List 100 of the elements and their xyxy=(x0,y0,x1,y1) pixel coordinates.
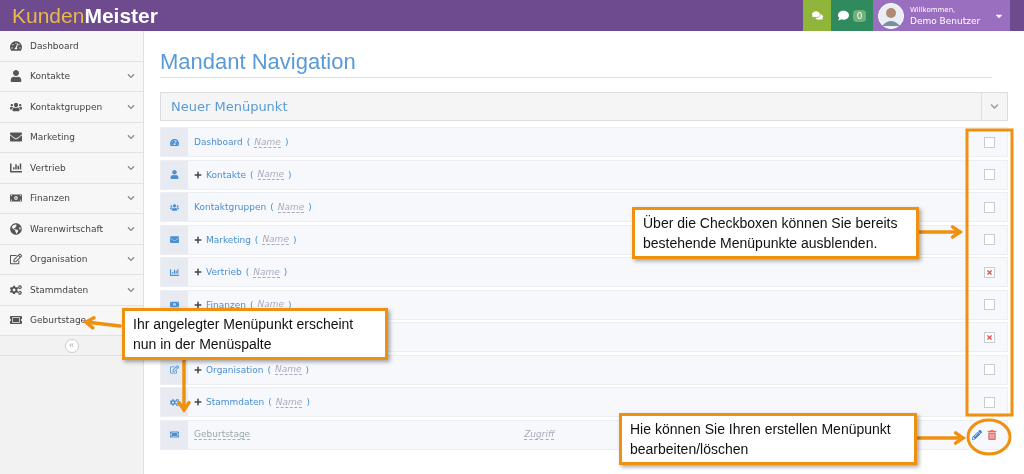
plus-icon xyxy=(194,398,202,406)
menu-label: Stammdaten xyxy=(206,397,265,407)
chevron-icon xyxy=(127,285,135,294)
paren: ) xyxy=(306,397,310,407)
paren: ( xyxy=(250,169,254,180)
ticket-icon xyxy=(170,430,179,439)
menu-label: Kontaktgruppen xyxy=(194,202,267,212)
paren: ( xyxy=(245,267,250,277)
messages-button[interactable]: 0 xyxy=(831,0,873,31)
user-name: Demo Benutzer xyxy=(910,15,982,27)
plus-icon xyxy=(194,235,202,244)
pencil-icon xyxy=(972,429,982,440)
sidebar-item[interactable]: Warenwirtschaft xyxy=(0,214,143,245)
checkbox[interactable] xyxy=(984,201,995,213)
chat-icon xyxy=(811,10,823,21)
menu-label: Finanzen xyxy=(206,299,246,310)
banknote-icon xyxy=(10,192,22,205)
paren: ( xyxy=(246,137,251,147)
paren: ) xyxy=(292,234,297,245)
name-link[interactable]: Name xyxy=(275,364,302,375)
sidebar-item[interactable]: Finanzen xyxy=(0,183,143,214)
collapse-button[interactable]: « xyxy=(64,338,79,353)
checkbox[interactable] xyxy=(984,234,995,245)
paren: ( xyxy=(267,364,272,375)
paren: ) xyxy=(305,364,310,375)
plus-icon xyxy=(194,268,202,276)
paren: ( xyxy=(270,202,274,212)
menu-label: Dashboard xyxy=(194,137,243,147)
checkbox[interactable] xyxy=(984,396,995,408)
chevron-icon xyxy=(990,102,999,111)
plus-icon xyxy=(194,365,202,374)
highlight-ellipse xyxy=(966,418,1012,456)
checkbox[interactable] xyxy=(984,364,995,375)
name-link[interactable]: Name xyxy=(254,136,281,148)
edit-icon xyxy=(10,253,22,266)
paren: ( xyxy=(268,397,272,407)
plus-icon xyxy=(194,300,202,309)
checkbox[interactable] xyxy=(984,169,995,180)
callout-arrow xyxy=(177,358,191,414)
edit-icon xyxy=(170,365,179,374)
paren: ) xyxy=(284,137,289,147)
chevron-icon xyxy=(127,255,135,264)
bar-chart-icon xyxy=(170,267,179,277)
chevron-icon xyxy=(127,163,135,172)
paren: ) xyxy=(308,202,312,212)
menu-label[interactable]: Geburtstage xyxy=(194,429,251,440)
users-icon xyxy=(170,202,179,212)
page-title: Mandant Navigation xyxy=(160,49,992,78)
logo[interactable]: KundenMeister xyxy=(0,0,803,31)
message-count: 0 xyxy=(852,9,867,22)
callout-arrow xyxy=(916,431,967,445)
chevron-icon xyxy=(127,102,135,111)
name-link[interactable]: Name xyxy=(262,234,289,245)
sidebar-item[interactable]: Kontakte xyxy=(0,61,143,92)
sidebar-item[interactable]: Dashboard xyxy=(0,31,143,62)
checkbox[interactable] xyxy=(984,331,995,343)
name-link[interactable]: Name xyxy=(275,396,303,408)
sidebar-item[interactable]: Kontaktgruppen xyxy=(0,92,143,123)
envelope-icon xyxy=(170,235,179,244)
gears-icon xyxy=(10,283,22,296)
user-icon xyxy=(170,170,179,179)
chat-button[interactable] xyxy=(803,0,831,31)
trash-icon xyxy=(987,429,997,440)
sidebar-item[interactable]: Organisation xyxy=(0,244,143,275)
chevron-icon xyxy=(127,72,135,81)
callout: Ihr angelegter Menüpunkt erscheint nun in der Menüspalte xyxy=(122,308,388,360)
menu-label: Organisation xyxy=(206,364,264,375)
sidebar-item[interactable]: Vertrieb xyxy=(0,153,143,184)
paren: ) xyxy=(283,267,288,277)
ticket-icon xyxy=(10,314,22,327)
dashboard-icon xyxy=(10,39,22,52)
user-icon xyxy=(10,70,22,83)
callout: Über die Checkboxen können Sie bereits bestehende Menüpunkte ausblenden. xyxy=(632,207,919,259)
name-link[interactable]: Name xyxy=(277,201,305,213)
name-link[interactable]: Name xyxy=(253,266,280,278)
cross-icon xyxy=(986,333,993,341)
checkbox[interactable] xyxy=(984,136,995,148)
sidebar-item[interactable]: Marketing xyxy=(0,122,143,153)
paren: ) xyxy=(288,169,292,180)
paren: ( xyxy=(254,234,259,245)
speech-bubble-icon xyxy=(837,10,849,21)
globe-icon xyxy=(10,222,22,235)
menu-label: Vertrieb xyxy=(206,267,242,277)
cross-icon xyxy=(986,268,993,276)
avatar xyxy=(878,2,904,29)
plus-icon xyxy=(194,170,202,179)
checkbox[interactable] xyxy=(984,266,995,278)
envelope-icon xyxy=(10,131,22,144)
name-link[interactable]: Name xyxy=(257,169,285,180)
new-item-select[interactable]: Neuer Menüpunkt xyxy=(160,92,1008,121)
menu-label: Marketing xyxy=(206,234,251,245)
banknote-icon xyxy=(170,300,179,309)
access-link[interactable]: Zugriff xyxy=(524,429,555,440)
checkbox[interactable] xyxy=(984,299,995,310)
chevron-icon xyxy=(127,133,135,142)
callout: Hie können Sie Ihren erstellen Menüpunkt bearbeiten/löschen xyxy=(619,413,917,465)
sidebar-item[interactable]: Stammdaten xyxy=(0,275,143,306)
chevron-icon xyxy=(127,194,135,203)
gears-icon xyxy=(170,397,179,407)
chevron-icon xyxy=(127,224,135,233)
